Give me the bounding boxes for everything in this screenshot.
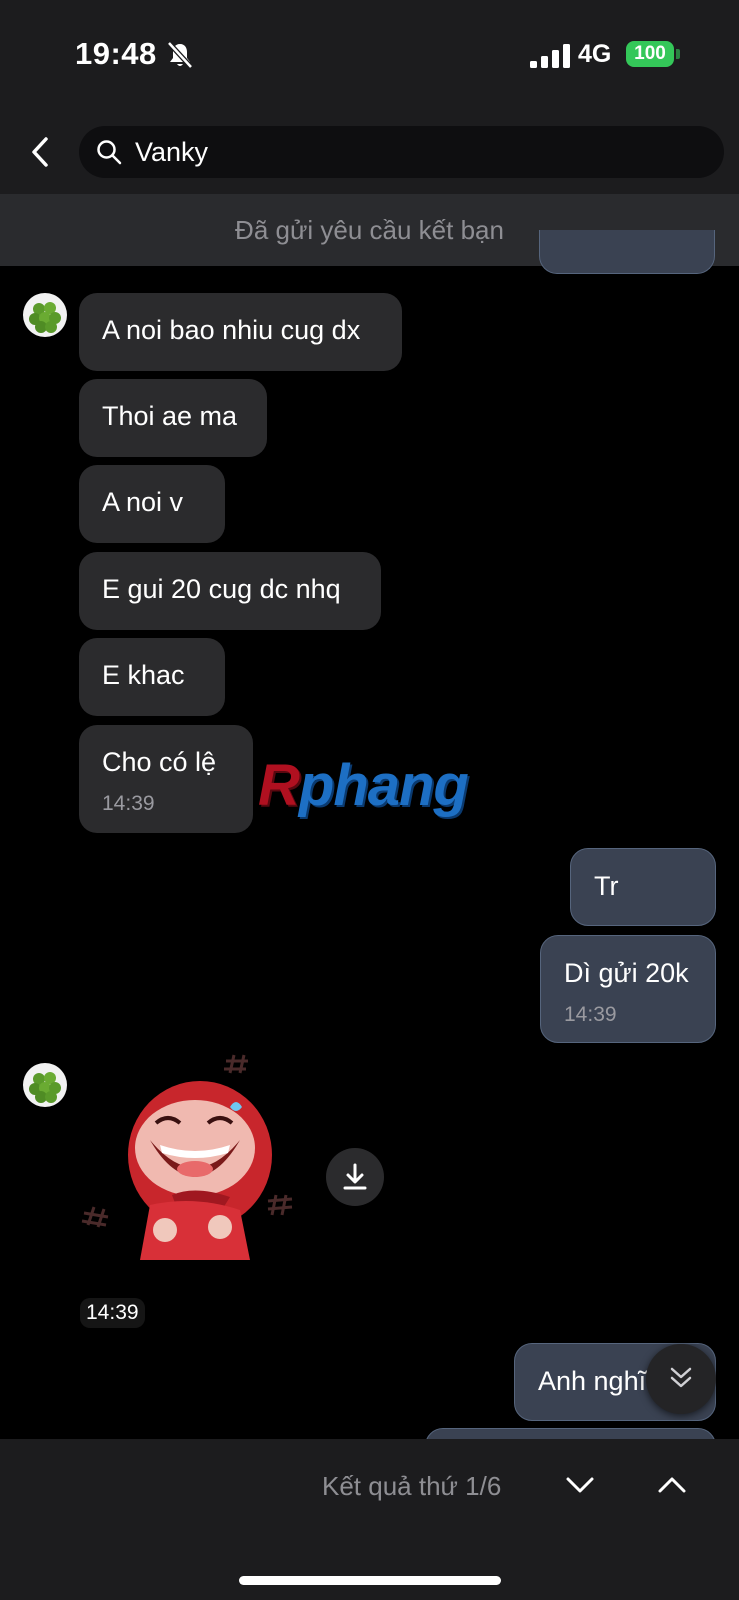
message-bubble-incoming[interactable]: A noi bao nhiu cug dx xyxy=(79,293,402,371)
search-result-bar: Kết quả thứ 1/6 xyxy=(0,1439,739,1600)
message-bubble-outgoing[interactable]: Tr xyxy=(570,848,716,926)
status-time: 19:48 xyxy=(75,36,157,71)
watermark-logo: Rphang xyxy=(258,753,469,818)
message-text: Cho có lệ xyxy=(102,747,217,777)
message-text: E khac xyxy=(102,660,185,690)
download-button[interactable] xyxy=(326,1148,384,1206)
search-result-count: Kết quả thứ 1/6 xyxy=(322,1471,502,1501)
status-bar: 19:48 4G 100 xyxy=(0,0,739,110)
message-bubble-incoming[interactable]: Thoi ae ma xyxy=(79,379,267,457)
message-bubble-incoming[interactable]: Cho có lệ 14:39 xyxy=(79,725,253,833)
message-text: A noi bao nhiu cug dx xyxy=(102,315,361,345)
grapes-image xyxy=(29,1072,61,1103)
message-time: 14:39 xyxy=(564,1003,617,1026)
message-text: A noi v xyxy=(102,487,184,517)
chevron-down-icon[interactable] xyxy=(560,1465,600,1505)
sticker-time: 14:39 xyxy=(80,1298,145,1328)
search-input[interactable]: Vanky xyxy=(79,126,724,178)
home-indicator[interactable] xyxy=(239,1576,501,1585)
download-icon xyxy=(343,1163,367,1190)
chevron-up-icon[interactable] xyxy=(652,1465,692,1505)
scroll-to-bottom-button[interactable] xyxy=(646,1344,716,1414)
search-header: Vanky xyxy=(0,110,739,194)
message-text: Thoi ae ma xyxy=(102,401,238,431)
laughing-sticker[interactable] xyxy=(80,1045,310,1265)
battery-tip xyxy=(676,49,680,59)
battery-indicator: 100 xyxy=(626,41,674,67)
bell-slash-icon xyxy=(167,41,193,69)
message-text: Dì gửi 20k xyxy=(564,958,689,988)
avatar[interactable] xyxy=(23,293,67,337)
avatar[interactable] xyxy=(23,1063,67,1107)
message-text: E gui 20 cug dc nhq xyxy=(102,574,341,604)
grapes-image xyxy=(29,302,61,333)
message-bubble-incoming[interactable]: E gui 20 cug dc nhq xyxy=(79,552,381,630)
message-time: 14:39 xyxy=(102,792,155,815)
signal-icon xyxy=(530,44,570,68)
message-bubble-incoming[interactable]: E khac xyxy=(79,638,225,716)
search-icon xyxy=(97,140,122,165)
message-bubble-incoming[interactable]: A noi v xyxy=(79,465,225,543)
message-bubble-outgoing[interactable]: Dì gửi 20k 14:39 xyxy=(540,935,716,1043)
network-type: 4G xyxy=(578,40,612,68)
back-icon[interactable] xyxy=(26,134,54,170)
search-query: Vanky xyxy=(135,137,209,167)
message-text: Tr xyxy=(594,871,619,901)
double-chevron-down-icon xyxy=(670,1367,692,1388)
message-bubble-partial xyxy=(539,230,715,274)
